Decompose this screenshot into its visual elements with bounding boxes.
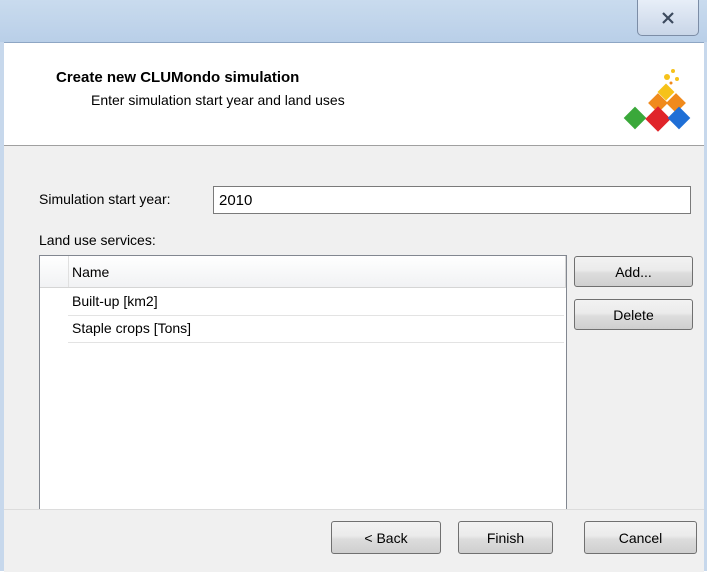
list-item-label: Built-up [km2] [72, 293, 158, 309]
title-bar [0, 0, 707, 43]
list-item-label: Staple crops [Tons] [72, 320, 192, 336]
close-icon [662, 11, 674, 24]
wizard-header: Create new CLUMondo simulation Enter sim… [4, 43, 704, 146]
start-year-label: Simulation start year: [39, 191, 171, 207]
list-header-gutter [40, 256, 69, 287]
add-button[interactable]: Add... [574, 256, 693, 287]
wizard-title: Create new CLUMondo simulation [56, 69, 300, 86]
column-header-name[interactable]: Name [72, 264, 109, 280]
back-button[interactable]: < Back [331, 521, 441, 554]
list-item[interactable]: Staple crops [Tons] [68, 316, 564, 343]
delete-button[interactable]: Delete [574, 299, 693, 330]
wizard-subtitle: Enter simulation start year and land use… [91, 92, 345, 108]
clumondo-logo-icon [623, 69, 691, 132]
close-button[interactable] [637, 0, 699, 36]
finish-button[interactable]: Finish [458, 521, 553, 554]
list-header: Name [40, 256, 566, 288]
cancel-button[interactable]: Cancel [584, 521, 697, 554]
land-use-label: Land use services: [39, 232, 156, 248]
list-item[interactable]: Built-up [km2] [68, 289, 564, 316]
start-year-input[interactable] [213, 186, 691, 214]
